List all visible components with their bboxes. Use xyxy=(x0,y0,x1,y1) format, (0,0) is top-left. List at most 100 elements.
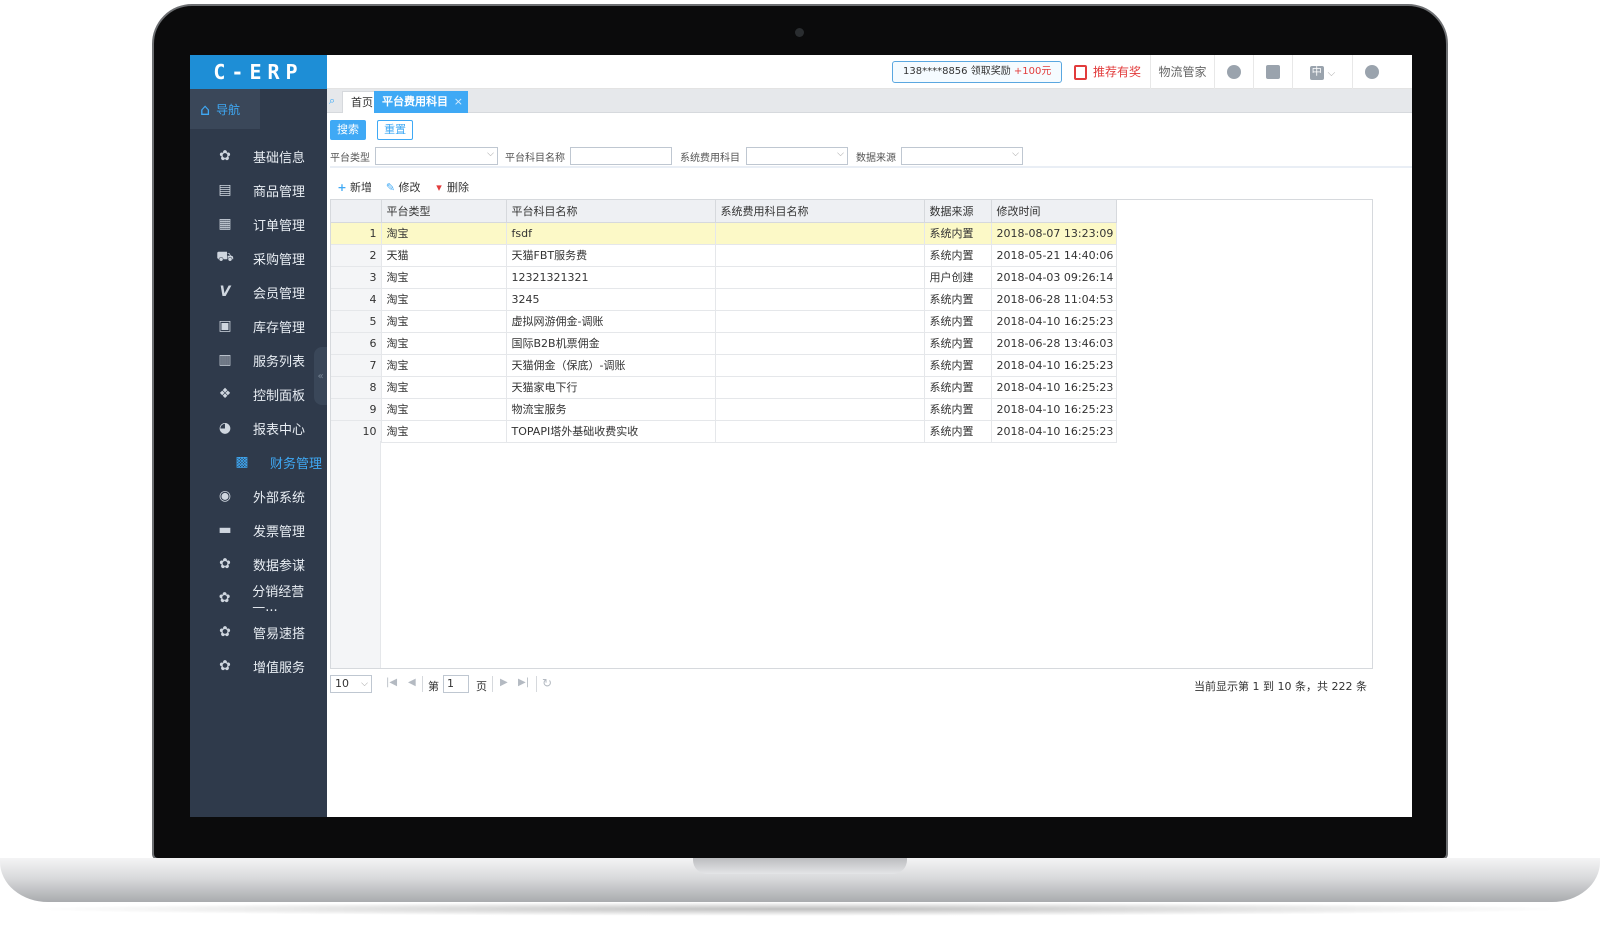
add-button[interactable]: + 新增 xyxy=(337,179,372,195)
logistics-button[interactable]: 物流管家 xyxy=(1150,55,1214,89)
sidebar-item-products[interactable]: ▤ 商品管理 xyxy=(190,173,327,207)
laptop-notch xyxy=(693,858,907,874)
cell-subject-name: 国际B2B机票佣金 xyxy=(506,332,716,355)
sidebar-item-basic-info[interactable]: ✿ 基础信息 xyxy=(190,139,327,173)
cell-system-subject xyxy=(715,222,925,245)
cell-system-subject xyxy=(715,288,925,311)
sidebar-item-inventory[interactable]: ▣ 库存管理 xyxy=(190,309,327,343)
close-icon[interactable]: × xyxy=(454,91,463,113)
table-row[interactable]: 6 淘宝 国际B2B机票佣金 系统内置 2018-06-28 13:46:03 xyxy=(331,332,1117,355)
page-size-select[interactable]: 10 ⌵ xyxy=(330,675,372,693)
column-header[interactable]: 平台类型 xyxy=(381,200,507,223)
table-row[interactable]: 8 淘宝 天猫家电下行 系统内置 2018-04-10 16:25:23 xyxy=(331,376,1117,399)
search-icon[interactable]: ⌕ xyxy=(329,94,335,108)
sidebar-item-reports[interactable]: ◕ 报表中心 xyxy=(190,411,327,445)
chevron-down-icon: ⌵ xyxy=(837,149,844,159)
row-number: 6 xyxy=(331,332,382,355)
table-row[interactable]: 9 淘宝 物流宝服务 系统内置 2018-04-10 16:25:23 xyxy=(331,398,1117,421)
row-number-column-fill xyxy=(331,441,381,668)
v-icon: V xyxy=(219,284,231,300)
cell-platform: 淘宝 xyxy=(381,354,507,377)
nav-header[interactable]: ⌂ 导航 xyxy=(190,89,260,129)
reset-button[interactable]: 重置 xyxy=(377,120,414,140)
gear-icon: ✿ xyxy=(219,148,231,164)
data-source-label: 数据来源 xyxy=(856,153,896,164)
sidebar-collapse-handle[interactable]: « xyxy=(314,347,327,405)
chevron-left-icon: « xyxy=(317,370,324,382)
page-prefix: 第 xyxy=(428,680,439,693)
delete-button[interactable]: ▾ 删除 xyxy=(434,179,469,195)
cell-system-subject xyxy=(715,266,925,289)
account-button[interactable] xyxy=(1352,55,1391,89)
system-fee-subject-select[interactable]: ⌵ xyxy=(746,147,848,165)
column-header[interactable]: 平台科目名称 xyxy=(506,200,716,223)
cell-modified-time: 2018-06-28 11:04:53 xyxy=(991,288,1117,311)
recommend-button[interactable]: 推荐有奖 xyxy=(1065,55,1150,89)
sidebar-item-value-added[interactable]: ✿ 增值服务 xyxy=(190,649,327,683)
column-header[interactable]: 修改时间 xyxy=(991,200,1117,223)
language-switch[interactable]: 中 ⌵ xyxy=(1292,55,1352,89)
add-label: 新增 xyxy=(350,181,372,194)
row-number: 4 xyxy=(331,288,382,311)
row-number: 3 xyxy=(331,266,382,289)
cell-modified-time: 2018-04-10 16:25:23 xyxy=(991,376,1117,399)
platform-subject-name-label: 平台科目名称 xyxy=(505,153,565,164)
table-row[interactable]: 2 天猫 天猫FBT服务费 系统内置 2018-05-21 14:40:06 xyxy=(331,244,1117,267)
sidebar-item-purchasing[interactable]: ⛟ 采购管理 xyxy=(190,241,327,275)
cell-platform: 淘宝 xyxy=(381,288,507,311)
first-page-icon[interactable]: |◀ xyxy=(386,677,397,688)
user-avatar-icon xyxy=(1365,65,1379,79)
cell-source: 系统内置 xyxy=(924,332,992,355)
app-screen: C-ERP ⌂ 导航 ✿ 基础信息 ▤ 商品管理 ▦ 订单管理 ⛟ 采购管理 V… xyxy=(190,55,1412,817)
sidebar-item-label: 增值服务 xyxy=(253,660,306,676)
table-row[interactable]: 1 淘宝 fsdf 系统内置 2018-08-07 13:23:09 xyxy=(331,222,1117,245)
manual-button[interactable] xyxy=(1253,55,1292,89)
pager-divider xyxy=(492,676,493,692)
support-button[interactable] xyxy=(1214,55,1253,89)
page-size-value: 10 xyxy=(335,677,349,690)
table-row[interactable]: 7 淘宝 天猫佣金（保底）-调账 系统内置 2018-04-10 16:25:2… xyxy=(331,354,1117,377)
refresh-icon[interactable]: ↻ xyxy=(542,676,552,690)
column-header[interactable]: 数据来源 xyxy=(924,200,992,223)
cell-platform: 淘宝 xyxy=(381,332,507,355)
cell-source: 系统内置 xyxy=(924,310,992,333)
platform-type-select[interactable]: ⌵ xyxy=(375,147,498,165)
pie-chart-icon: ◕ xyxy=(218,420,232,436)
sidebar-item-members[interactable]: V 会员管理 xyxy=(190,275,327,309)
sidebar-item-distribution[interactable]: ✿ 分销经营—... xyxy=(190,581,327,615)
sidebar-item-invoices[interactable]: ▬ 发票管理 xyxy=(190,513,327,547)
clipboard-icon: ▦ xyxy=(218,216,232,232)
page-number-input[interactable]: 1 xyxy=(443,675,469,693)
data-source-select[interactable]: ⌵ xyxy=(901,147,1023,165)
prev-page-icon[interactable]: ◀ xyxy=(408,677,416,688)
promo-banner[interactable]: 138****8856 领取奖励 +100元 xyxy=(892,61,1063,83)
cell-modified-time: 2018-06-28 13:46:03 xyxy=(991,332,1117,355)
sidebar-item-data-advisor[interactable]: ✿ 数据参谋 xyxy=(190,547,327,581)
next-page-icon[interactable]: ▶ xyxy=(500,677,508,688)
cell-source: 系统内置 xyxy=(924,376,992,399)
cell-modified-time: 2018-04-10 16:25:23 xyxy=(991,310,1117,333)
chevron-down-icon: ⌵ xyxy=(1012,149,1019,159)
table-row[interactable]: 3 淘宝 12321321321 用户创建 2018-04-03 09:26:1… xyxy=(331,266,1117,289)
table-row[interactable]: 5 淘宝 虚拟网游佣金-调账 系统内置 2018-04-10 16:25:23 xyxy=(331,310,1117,333)
sidebar-item-orders[interactable]: ▦ 订单管理 xyxy=(190,207,327,241)
cell-system-subject xyxy=(715,244,925,267)
column-header[interactable]: 系统费用科目名称 xyxy=(715,200,925,223)
tab-platform-fee-subjects[interactable]: 平台费用科目 × xyxy=(374,91,468,113)
sidebar-item-quick-build[interactable]: ✿ 管易速搭 xyxy=(190,615,327,649)
sidebar-item-label: 外部系统 xyxy=(253,490,306,506)
edit-button[interactable]: ✎ 修改 xyxy=(386,179,421,195)
sidebar-item-finance[interactable]: ▩ 财务管理 xyxy=(190,445,327,479)
cell-system-subject xyxy=(715,376,925,399)
platform-subject-name-input[interactable] xyxy=(570,147,672,165)
sidebar-item-services[interactable]: ▥ 服务列表 xyxy=(190,343,327,377)
last-page-icon[interactable]: ▶| xyxy=(518,677,529,688)
gear-icon: ✿ xyxy=(219,556,231,572)
sidebar-item-label: 发票管理 xyxy=(253,524,306,540)
sidebar-item-dashboard[interactable]: ❖ 控制面板 xyxy=(190,377,327,411)
table-row[interactable]: 10 淘宝 TOPAPI塔外基础收费实收 系统内置 2018-04-10 16:… xyxy=(331,420,1117,443)
pager-divider xyxy=(536,676,537,692)
search-button[interactable]: 搜索 xyxy=(330,120,366,140)
sidebar-item-external-systems[interactable]: ◉ 外部系统 xyxy=(190,479,327,513)
table-row[interactable]: 4 淘宝 3245 系统内置 2018-06-28 11:04:53 xyxy=(331,288,1117,311)
